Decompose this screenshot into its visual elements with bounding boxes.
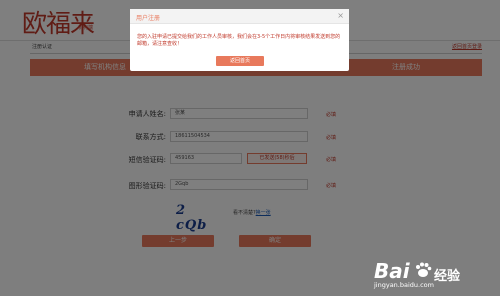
- watermark-suffix: 经验: [434, 269, 461, 284]
- watermark-url: jingyan.baidu.com: [374, 281, 434, 289]
- close-icon[interactable]: ×: [337, 11, 344, 20]
- return-home-button[interactable]: 返回首页: [216, 56, 264, 66]
- dialog-title: 用户注册: [136, 15, 161, 22]
- paw-icon: [416, 262, 432, 277]
- dialog-header: 用户注册 ×: [130, 9, 349, 24]
- registration-dialog: 用户注册 × 您的入驻申请已提交给我们的工作人员审核，我们会在3-5个工作日内将…: [130, 9, 349, 71]
- dialog-message: 您的入驻申请已提交给我们的工作人员审核，我们会在3-5个工作日内将审核结果发送到…: [137, 34, 341, 47]
- baidu-jingyan-watermark: Bai 经验 jingyan.baidu.com: [374, 259, 494, 291]
- watermark-brand: Bai: [374, 259, 410, 283]
